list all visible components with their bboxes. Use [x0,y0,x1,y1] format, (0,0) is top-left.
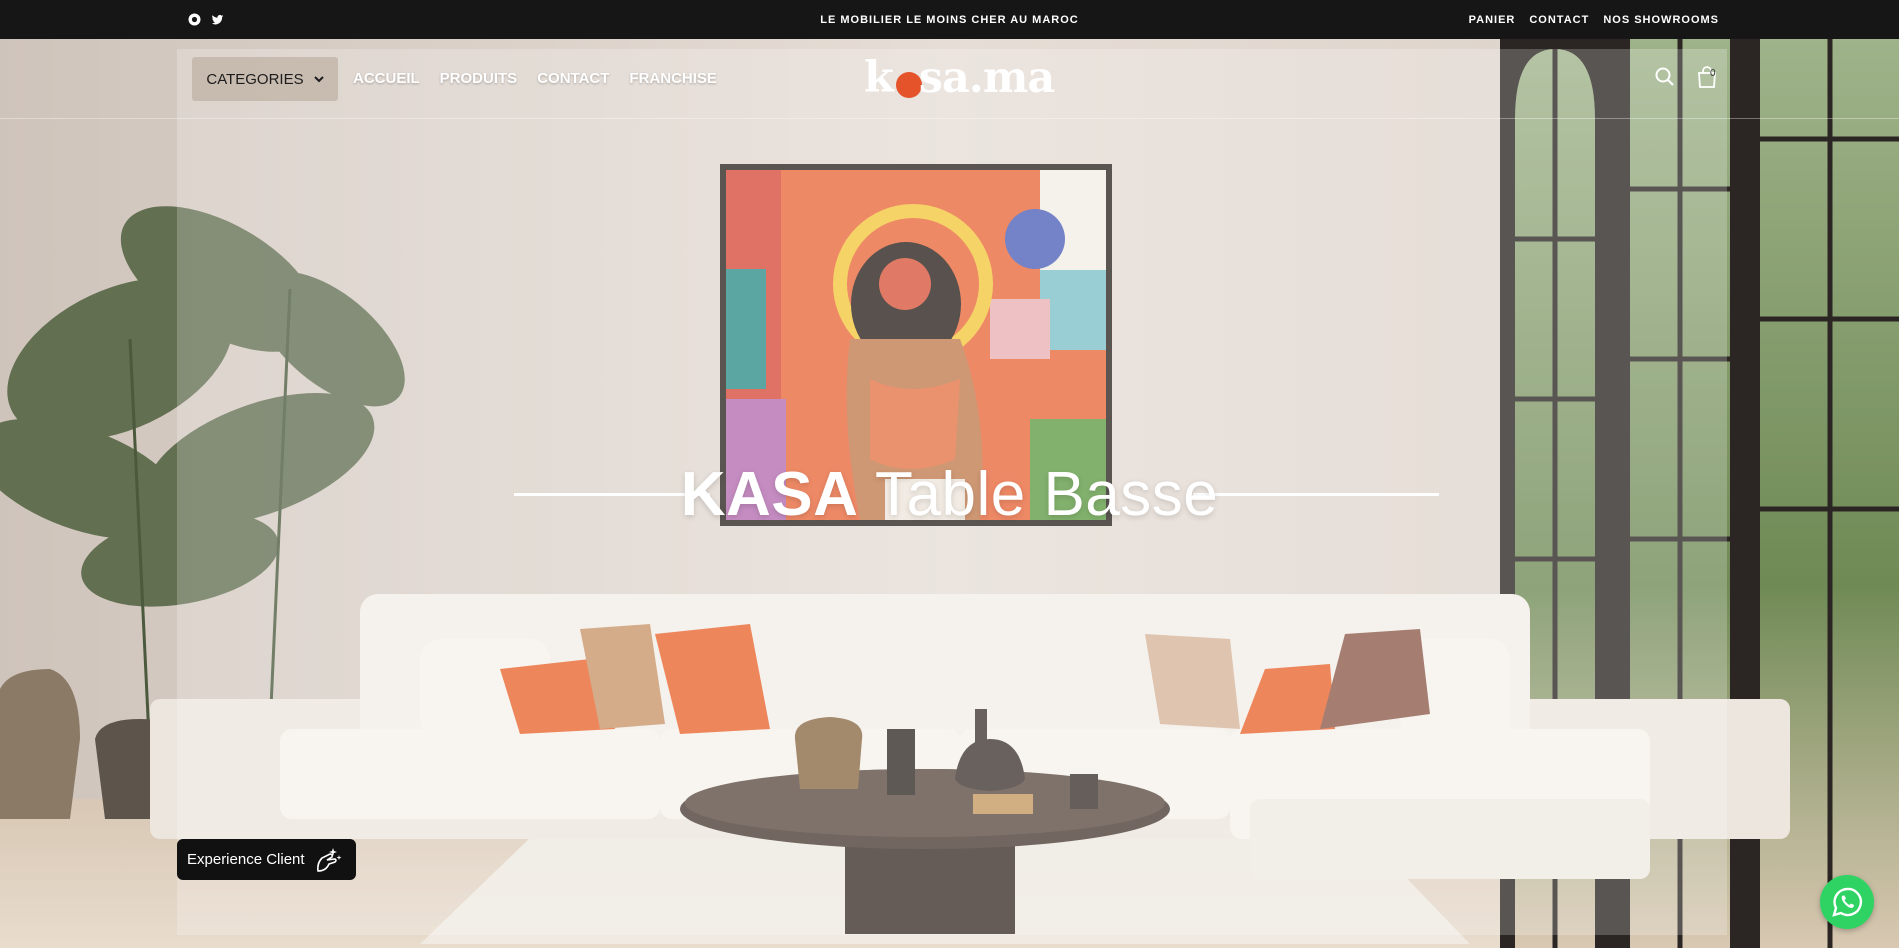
hero-title-block: KASA Table Basse [0,455,1899,535]
nav-contact[interactable]: CONTACT [537,70,609,87]
cart-icon[interactable]: 0 [1695,65,1719,89]
announcement-bar: LE MOBILIER LE MOINS CHER AU MAROC PANIE… [0,0,1899,39]
hero-title-brand: KASA [680,460,859,529]
cart-count: 0 [1710,68,1716,79]
top-link-contact[interactable]: CONTACT [1529,14,1589,26]
experience-client-label: Experience Client [187,851,305,868]
site-logo[interactable]: k sa.ma [864,53,1055,103]
categories-label: CATEGORIES [206,70,304,88]
header-icons: 0 [1653,65,1719,89]
top-link-panier[interactable]: PANIER [1469,14,1516,26]
main-nav: ACCUEIL PRODUITS CONTACT FRANCHISE [353,70,717,87]
nav-accueil[interactable]: ACCUEIL [353,70,420,87]
logo-prefix: k [864,53,894,103]
experience-client-button[interactable]: Experience Client [177,839,356,880]
categories-button[interactable]: CATEGORIES [192,57,338,101]
top-link-showrooms[interactable]: NOS SHOWROOMS [1603,14,1719,26]
logo-suffix: sa.ma [918,53,1055,103]
whatsapp-button[interactable] [1820,875,1874,929]
nav-franchise[interactable]: FRANCHISE [629,70,717,87]
hero-title: KASA Table Basse [0,455,1899,535]
search-icon[interactable] [1653,65,1677,89]
chevron-down-icon [313,76,324,83]
whatsapp-icon [1832,887,1863,917]
sparkle-hand-icon [316,847,342,872]
main-header: CATEGORIES ACCUEIL PRODUITS CONTACT FRAN… [0,39,1899,119]
nav-produits[interactable]: PRODUITS [440,70,518,87]
top-links: PANIER CONTACT NOS SHOWROOMS [1469,14,1719,26]
hero-title-product: Table Basse [858,460,1219,529]
